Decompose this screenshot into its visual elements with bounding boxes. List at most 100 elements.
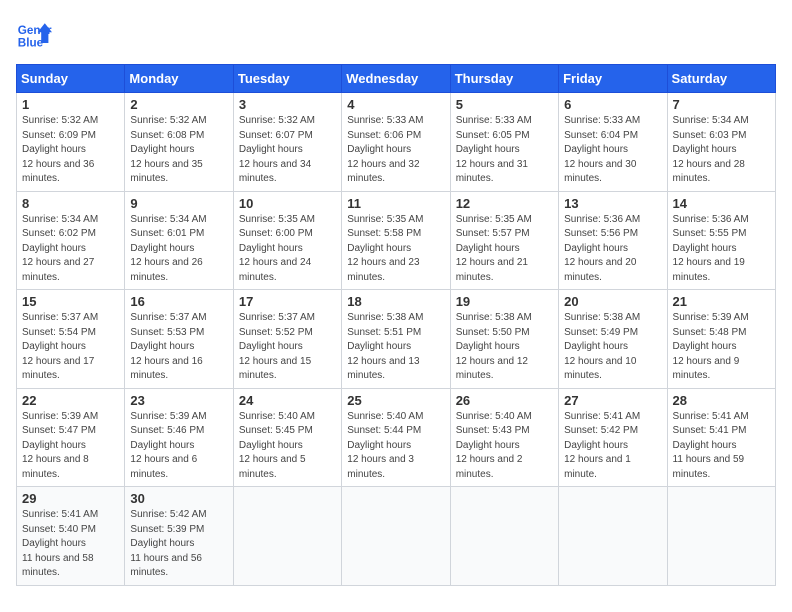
calendar-day-cell: 7 Sunrise: 5:34 AM Sunset: 6:03 PM Dayli… [667, 93, 775, 192]
day-info: Sunrise: 5:34 AM Sunset: 6:03 PM Dayligh… [673, 114, 770, 187]
day-number: 14 [673, 196, 770, 211]
day-info: Sunrise: 5:32 AM Sunset: 6:09 PM Dayligh… [22, 114, 119, 187]
day-number: 25 [347, 393, 444, 408]
logo-icon: General Blue [16, 16, 52, 52]
weekday-header-row: SundayMondayTuesdayWednesdayThursdayFrid… [17, 65, 776, 93]
day-number: 4 [347, 97, 444, 112]
day-number: 2 [130, 97, 227, 112]
day-number: 27 [564, 393, 661, 408]
weekday-header-cell: Tuesday [233, 65, 341, 93]
calendar-day-cell: 22 Sunrise: 5:39 AM Sunset: 5:47 PM Dayl… [17, 388, 125, 487]
day-number: 24 [239, 393, 336, 408]
calendar-week-row: 29 Sunrise: 5:41 AM Sunset: 5:40 PM Dayl… [17, 487, 776, 586]
calendar-day-cell: 19 Sunrise: 5:38 AM Sunset: 5:50 PM Dayl… [450, 290, 558, 389]
calendar-day-cell: 5 Sunrise: 5:33 AM Sunset: 6:05 PM Dayli… [450, 93, 558, 192]
day-info: Sunrise: 5:34 AM Sunset: 6:02 PM Dayligh… [22, 213, 119, 286]
calendar-body: 1 Sunrise: 5:32 AM Sunset: 6:09 PM Dayli… [17, 93, 776, 586]
day-number: 28 [673, 393, 770, 408]
calendar-day-cell: 8 Sunrise: 5:34 AM Sunset: 6:02 PM Dayli… [17, 191, 125, 290]
calendar-week-row: 8 Sunrise: 5:34 AM Sunset: 6:02 PM Dayli… [17, 191, 776, 290]
calendar-day-cell: 20 Sunrise: 5:38 AM Sunset: 5:49 PM Dayl… [559, 290, 667, 389]
day-info: Sunrise: 5:34 AM Sunset: 6:01 PM Dayligh… [130, 213, 227, 286]
day-number: 22 [22, 393, 119, 408]
day-number: 23 [130, 393, 227, 408]
day-info: Sunrise: 5:35 AM Sunset: 5:57 PM Dayligh… [456, 213, 553, 286]
calendar-day-cell: 25 Sunrise: 5:40 AM Sunset: 5:44 PM Dayl… [342, 388, 450, 487]
day-number: 16 [130, 294, 227, 309]
weekday-header-cell: Wednesday [342, 65, 450, 93]
calendar-week-row: 1 Sunrise: 5:32 AM Sunset: 6:09 PM Dayli… [17, 93, 776, 192]
day-number: 26 [456, 393, 553, 408]
calendar-day-cell: 3 Sunrise: 5:32 AM Sunset: 6:07 PM Dayli… [233, 93, 341, 192]
calendar-day-cell: 18 Sunrise: 5:38 AM Sunset: 5:51 PM Dayl… [342, 290, 450, 389]
day-number: 1 [22, 97, 119, 112]
calendar-day-cell: 21 Sunrise: 5:39 AM Sunset: 5:48 PM Dayl… [667, 290, 775, 389]
calendar-day-cell: 15 Sunrise: 5:37 AM Sunset: 5:54 PM Dayl… [17, 290, 125, 389]
day-info: Sunrise: 5:40 AM Sunset: 5:44 PM Dayligh… [347, 410, 444, 483]
day-info: Sunrise: 5:37 AM Sunset: 5:54 PM Dayligh… [22, 311, 119, 384]
calendar-week-row: 22 Sunrise: 5:39 AM Sunset: 5:47 PM Dayl… [17, 388, 776, 487]
day-number: 8 [22, 196, 119, 211]
weekday-header-cell: Sunday [17, 65, 125, 93]
day-info: Sunrise: 5:32 AM Sunset: 6:07 PM Dayligh… [239, 114, 336, 187]
day-number: 6 [564, 97, 661, 112]
day-number: 21 [673, 294, 770, 309]
calendar-day-cell [667, 487, 775, 586]
calendar-day-cell: 29 Sunrise: 5:41 AM Sunset: 5:40 PM Dayl… [17, 487, 125, 586]
day-info: Sunrise: 5:35 AM Sunset: 6:00 PM Dayligh… [239, 213, 336, 286]
calendar-day-cell [450, 487, 558, 586]
calendar-day-cell: 30 Sunrise: 5:42 AM Sunset: 5:39 PM Dayl… [125, 487, 233, 586]
calendar-day-cell: 14 Sunrise: 5:36 AM Sunset: 5:55 PM Dayl… [667, 191, 775, 290]
day-number: 3 [239, 97, 336, 112]
logo: General Blue [16, 16, 52, 52]
day-info: Sunrise: 5:35 AM Sunset: 5:58 PM Dayligh… [347, 213, 444, 286]
day-info: Sunrise: 5:40 AM Sunset: 5:45 PM Dayligh… [239, 410, 336, 483]
page-header: General Blue [16, 16, 776, 52]
weekday-header-cell: Monday [125, 65, 233, 93]
calendar-day-cell [233, 487, 341, 586]
day-info: Sunrise: 5:33 AM Sunset: 6:06 PM Dayligh… [347, 114, 444, 187]
day-info: Sunrise: 5:36 AM Sunset: 5:56 PM Dayligh… [564, 213, 661, 286]
calendar-day-cell: 4 Sunrise: 5:33 AM Sunset: 6:06 PM Dayli… [342, 93, 450, 192]
calendar-day-cell [559, 487, 667, 586]
day-info: Sunrise: 5:39 AM Sunset: 5:46 PM Dayligh… [130, 410, 227, 483]
calendar-table: SundayMondayTuesdayWednesdayThursdayFrid… [16, 64, 776, 586]
svg-text:Blue: Blue [18, 37, 44, 50]
day-number: 5 [456, 97, 553, 112]
calendar-day-cell: 6 Sunrise: 5:33 AM Sunset: 6:04 PM Dayli… [559, 93, 667, 192]
calendar-day-cell: 16 Sunrise: 5:37 AM Sunset: 5:53 PM Dayl… [125, 290, 233, 389]
calendar-day-cell: 1 Sunrise: 5:32 AM Sunset: 6:09 PM Dayli… [17, 93, 125, 192]
calendar-day-cell: 24 Sunrise: 5:40 AM Sunset: 5:45 PM Dayl… [233, 388, 341, 487]
calendar-day-cell [342, 487, 450, 586]
day-info: Sunrise: 5:38 AM Sunset: 5:51 PM Dayligh… [347, 311, 444, 384]
calendar-day-cell: 28 Sunrise: 5:41 AM Sunset: 5:41 PM Dayl… [667, 388, 775, 487]
day-number: 11 [347, 196, 444, 211]
calendar-day-cell: 11 Sunrise: 5:35 AM Sunset: 5:58 PM Dayl… [342, 191, 450, 290]
day-number: 9 [130, 196, 227, 211]
day-number: 13 [564, 196, 661, 211]
day-number: 7 [673, 97, 770, 112]
day-info: Sunrise: 5:33 AM Sunset: 6:05 PM Dayligh… [456, 114, 553, 187]
calendar-day-cell: 12 Sunrise: 5:35 AM Sunset: 5:57 PM Dayl… [450, 191, 558, 290]
calendar-day-cell: 2 Sunrise: 5:32 AM Sunset: 6:08 PM Dayli… [125, 93, 233, 192]
calendar-day-cell: 13 Sunrise: 5:36 AM Sunset: 5:56 PM Dayl… [559, 191, 667, 290]
weekday-header-cell: Friday [559, 65, 667, 93]
day-info: Sunrise: 5:41 AM Sunset: 5:40 PM Dayligh… [22, 508, 119, 581]
day-number: 29 [22, 491, 119, 506]
day-number: 18 [347, 294, 444, 309]
day-number: 20 [564, 294, 661, 309]
day-info: Sunrise: 5:41 AM Sunset: 5:41 PM Dayligh… [673, 410, 770, 483]
day-info: Sunrise: 5:37 AM Sunset: 5:52 PM Dayligh… [239, 311, 336, 384]
day-info: Sunrise: 5:40 AM Sunset: 5:43 PM Dayligh… [456, 410, 553, 483]
day-number: 15 [22, 294, 119, 309]
day-info: Sunrise: 5:33 AM Sunset: 6:04 PM Dayligh… [564, 114, 661, 187]
day-info: Sunrise: 5:38 AM Sunset: 5:50 PM Dayligh… [456, 311, 553, 384]
weekday-header-cell: Thursday [450, 65, 558, 93]
day-number: 17 [239, 294, 336, 309]
calendar-day-cell: 23 Sunrise: 5:39 AM Sunset: 5:46 PM Dayl… [125, 388, 233, 487]
day-info: Sunrise: 5:32 AM Sunset: 6:08 PM Dayligh… [130, 114, 227, 187]
day-info: Sunrise: 5:42 AM Sunset: 5:39 PM Dayligh… [130, 508, 227, 581]
day-info: Sunrise: 5:36 AM Sunset: 5:55 PM Dayligh… [673, 213, 770, 286]
day-info: Sunrise: 5:37 AM Sunset: 5:53 PM Dayligh… [130, 311, 227, 384]
calendar-day-cell: 17 Sunrise: 5:37 AM Sunset: 5:52 PM Dayl… [233, 290, 341, 389]
